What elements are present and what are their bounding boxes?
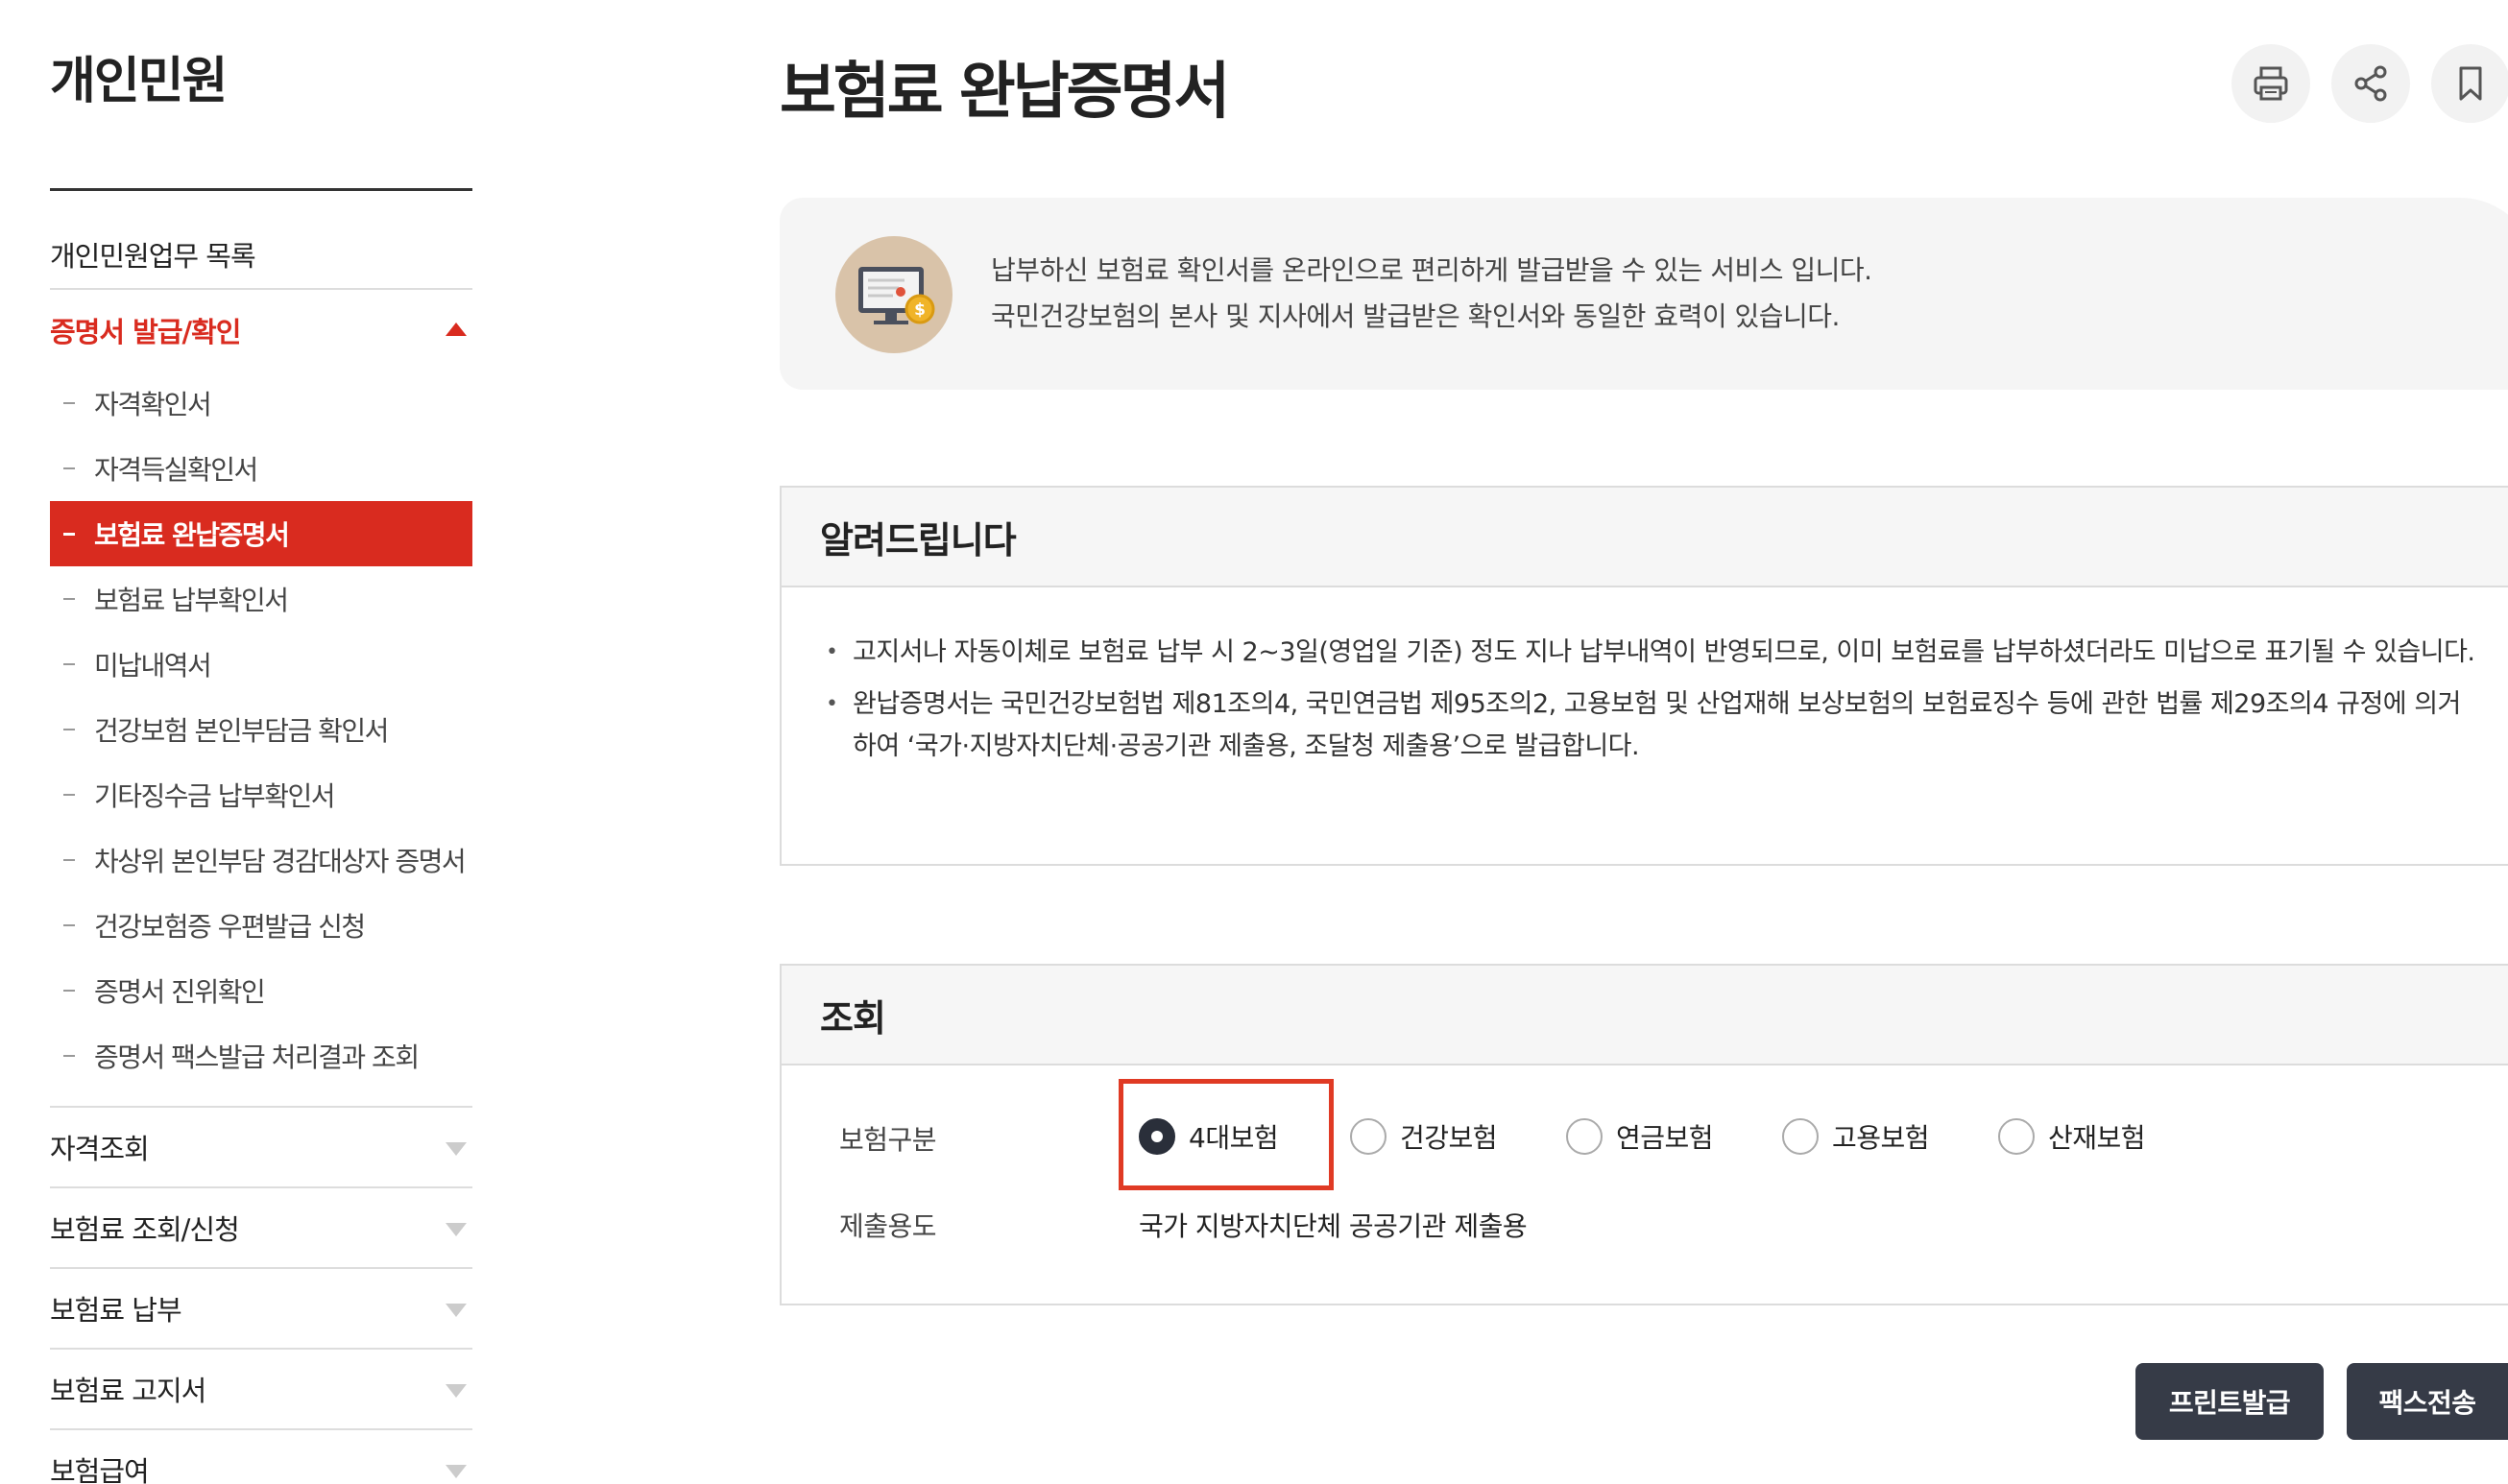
print-button[interactable]	[2231, 44, 2310, 123]
radio-employment-insurance[interactable]: 고용보험	[1782, 1117, 1930, 1156]
sidebar-group-label: 보험급여	[50, 1455, 150, 1484]
fax-send-button[interactable]: 팩스전송	[2347, 1363, 2508, 1440]
radio-label: 건강보험	[1400, 1122, 1498, 1154]
radio-pension-insurance[interactable]: 연금보험	[1566, 1117, 1714, 1156]
dash-icon	[63, 663, 75, 665]
purpose-label: 제출용도	[839, 1210, 937, 1242]
sidebar-group[interactable]: 자격조회	[50, 1108, 472, 1188]
sidebar-subitem[interactable]: 보험료 납부확인서	[50, 566, 472, 632]
sidebar-subitem[interactable]: 차상위 본인부담 경감대상자 증명서	[50, 827, 472, 893]
search-panel: 조회 보험구분 4대보험 건강보험 연금보험 고용보험 산재보험 제출용도 국가…	[780, 964, 2508, 1305]
radio-4-insurance[interactable]: 4대보험	[1139, 1117, 1279, 1156]
radio-unchecked-icon	[1998, 1118, 2035, 1155]
notice-item: 고지서나 자동이체로 보험료 납부 시 2~3일(영업일 기준) 정도 지나 납…	[826, 632, 2477, 674]
svg-text:$: $	[914, 300, 926, 320]
bookmark-button[interactable]	[2431, 44, 2508, 123]
sidebar-subitem[interactable]: 자격득실확인서	[50, 436, 472, 501]
dash-icon	[63, 924, 75, 926]
caret-down-icon	[446, 1304, 467, 1317]
dash-icon	[63, 402, 75, 404]
sidebar-subitem-label: 증명서 진위확인	[94, 976, 266, 1008]
sidebar-group-label: 보험료 조회/신청	[50, 1213, 240, 1246]
radio-health-insurance[interactable]: 건강보험	[1350, 1117, 1498, 1156]
sidebar-item-personal-service-list[interactable]: 개인민원업무 목록	[50, 221, 472, 290]
sidebar-subitem-label: 증명서 팩스발급 처리결과 조회	[94, 1041, 420, 1073]
radio-checked-icon	[1139, 1118, 1175, 1155]
monitor-coin-icon: $	[835, 236, 953, 353]
radio-unchecked-icon	[1350, 1118, 1387, 1155]
sidebar-subitem-label: 미납내역서	[94, 650, 212, 682]
sidebar-title: 개인민원	[50, 53, 228, 110]
search-title: 조회	[782, 966, 2508, 1065]
sidebar-group-certificate[interactable]: 증명서 발급/확인	[50, 290, 472, 371]
sidebar-group[interactable]: 보험료 조회/신청	[50, 1188, 472, 1269]
radio-industrial-accident-insurance[interactable]: 산재보험	[1998, 1117, 2146, 1156]
caret-down-icon	[446, 1223, 467, 1236]
sidebar-subitem[interactable]: 건강보험 본인부담금 확인서	[50, 697, 472, 762]
dash-icon	[63, 990, 75, 992]
sidebar-subitem-label: 차상위 본인부담 경감대상자 증명서	[94, 846, 467, 877]
sidebar-subitem-label: 건강보험 본인부담금 확인서	[94, 715, 389, 747]
notice-panel: 알려드립니다 고지서나 자동이체로 보험료 납부 시 2~3일(영업일 기준) …	[780, 486, 2508, 866]
dash-icon	[63, 1055, 75, 1057]
dash-icon	[63, 729, 75, 730]
radio-unchecked-icon	[1782, 1118, 1819, 1155]
sidebar-subitem-active[interactable]: 보험료 완납증명서	[50, 501, 472, 566]
share-button[interactable]	[2331, 44, 2410, 123]
print-issue-button[interactable]: 프린트발급	[2135, 1363, 2324, 1440]
dash-icon	[63, 794, 75, 796]
purpose-value: 국가 지방자치단체 공공기관 제출용	[1139, 1210, 1528, 1242]
caret-up-icon	[446, 323, 467, 336]
caret-down-icon	[446, 1142, 467, 1156]
sidebar-submenu: 자격확인서 자격득실확인서 보험료 완납증명서 보험료 납부확인서 미납내역서 …	[50, 371, 472, 1089]
caret-down-icon	[446, 1384, 467, 1398]
intro-text-line: 국민건강보험의 본사 및 지사에서 발급받은 확인서와 동일한 효력이 있습니다…	[991, 300, 1840, 332]
sidebar-groups: 자격조회 보험료 조회/신청 보험료 납부 보험료 고지서 보험급여	[50, 1106, 472, 1484]
dash-icon	[63, 533, 75, 536]
sidebar-divider	[50, 188, 472, 191]
radio-unchecked-icon	[1566, 1118, 1603, 1155]
notice-title: 알려드립니다	[782, 488, 2508, 587]
dash-icon	[63, 859, 75, 861]
service-intro-box: $ 납부하신 보험료 확인서를 온라인으로 편리하게 발급받을 수 있는 서비스…	[780, 198, 2508, 390]
sidebar-group-label: 증명서 발급/확인	[50, 316, 241, 348]
print-icon	[2254, 66, 2288, 101]
sidebar-subitem-label: 자격득실확인서	[94, 454, 258, 486]
sidebar-subitem-label: 건강보험증 우편발급 신청	[94, 911, 366, 943]
sidebar-subitem[interactable]: 자격확인서	[50, 371, 472, 436]
dash-icon	[63, 598, 75, 600]
notice-item: 완납증명서는 국민건강보험법 제81조의4, 국민연금법 제95조의2, 고용보…	[826, 683, 2477, 768]
bookmark-icon	[2459, 66, 2482, 101]
share-icon	[2354, 65, 2387, 102]
sidebar-group[interactable]: 보험료 고지서	[50, 1350, 472, 1430]
sidebar-group-label: 보험료 납부	[50, 1294, 182, 1327]
sidebar-group[interactable]: 보험급여	[50, 1430, 472, 1484]
intro-text-line: 납부하신 보험료 확인서를 온라인으로 편리하게 발급받을 수 있는 서비스 입…	[991, 254, 1872, 286]
sidebar-subitem[interactable]: 기타징수금 납부확인서	[50, 762, 472, 827]
radio-label: 산재보험	[2048, 1122, 2146, 1154]
radio-label: 4대보험	[1189, 1122, 1279, 1154]
dash-icon	[63, 467, 75, 469]
insurance-type-label: 보험구분	[839, 1124, 937, 1156]
sidebar-subitem[interactable]: 건강보험증 우편발급 신청	[50, 893, 472, 958]
sidebar-subitem-label: 보험료 완납증명서	[94, 519, 290, 551]
sidebar-group-label: 자격조회	[50, 1133, 150, 1165]
radio-label: 고용보험	[1832, 1122, 1930, 1154]
sidebar-subitem[interactable]: 미납내역서	[50, 632, 472, 697]
page-title: 보험료 완납증명서	[780, 57, 1230, 128]
radio-label: 연금보험	[1616, 1122, 1714, 1154]
sidebar-subitem[interactable]: 증명서 진위확인	[50, 958, 472, 1023]
sidebar-subitem-label: 보험료 납부확인서	[94, 585, 289, 616]
sidebar-subitem[interactable]: 증명서 팩스발급 처리결과 조회	[50, 1023, 472, 1089]
sidebar-group-label: 보험료 고지서	[50, 1375, 206, 1407]
sidebar-subitem-label: 자격확인서	[94, 389, 212, 420]
sidebar-group[interactable]: 보험료 납부	[50, 1269, 472, 1350]
notice-list: 고지서나 자동이체로 보험료 납부 시 2~3일(영업일 기준) 정도 지나 납…	[782, 587, 2508, 768]
sidebar-subitem-label: 기타징수금 납부확인서	[94, 780, 336, 812]
caret-down-icon	[446, 1465, 467, 1478]
